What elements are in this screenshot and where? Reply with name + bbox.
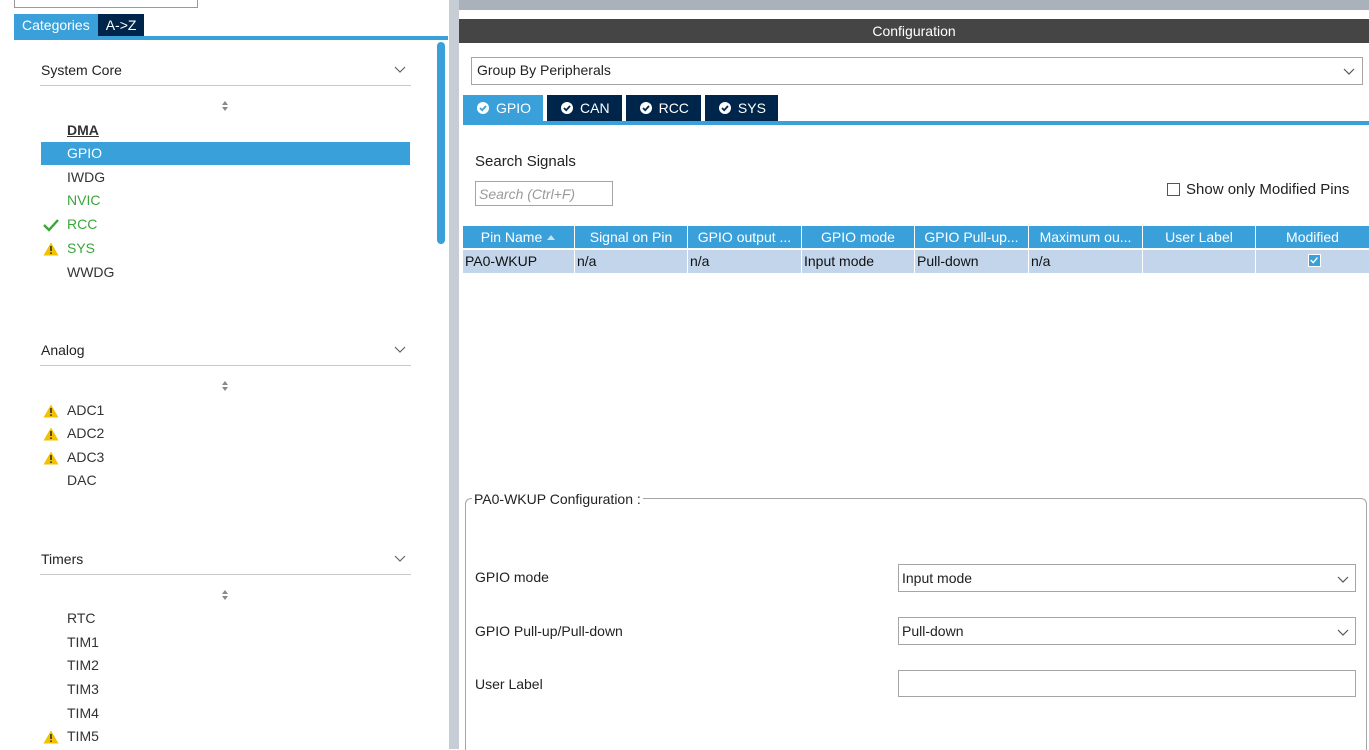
- list-item-dma[interactable]: DMA: [41, 119, 410, 142]
- check-icon: [43, 219, 59, 232]
- configuration-title: Configuration: [459, 19, 1369, 43]
- cell-pin-name: PA0-WKUP: [463, 250, 575, 273]
- gpio-mode-select[interactable]: Input mode: [898, 564, 1356, 592]
- check-circle-icon: [477, 102, 489, 114]
- group-by-value: Group By Peripherals: [477, 62, 611, 78]
- table-row[interactable]: PA0-WKUP n/a n/a Input mode Pull-down n/…: [463, 250, 1369, 273]
- list-item-sys[interactable]: SYS: [41, 237, 410, 260]
- show-modified-checkbox[interactable]: [1167, 183, 1180, 196]
- gpio-pull-value: Pull-down: [902, 623, 964, 639]
- column-header-gpio-output[interactable]: GPIO output ...: [688, 226, 802, 248]
- warning-icon: [43, 451, 59, 465]
- sort-arrows-icon[interactable]: [219, 379, 231, 393]
- column-header-user-label[interactable]: User Label: [1143, 226, 1256, 248]
- cell-gpio-output: n/a: [688, 250, 802, 273]
- chevron-down-icon: [1343, 68, 1355, 75]
- tab-gpio[interactable]: GPIO: [463, 95, 544, 121]
- list-item-dac[interactable]: DAC: [41, 469, 410, 492]
- warning-icon: [43, 404, 59, 418]
- search-signals-input[interactable]: [475, 181, 613, 206]
- scrollbar-thumb[interactable]: [437, 42, 445, 244]
- chevron-down-icon: [394, 66, 406, 73]
- column-header-pin-name[interactable]: Pin Name: [463, 226, 575, 248]
- chevron-down-icon: [394, 346, 406, 353]
- warning-icon: [43, 427, 59, 441]
- tab-sys[interactable]: SYS: [704, 95, 778, 121]
- category-title: Timers: [41, 551, 84, 567]
- list-item-adc3[interactable]: ADC3: [41, 446, 410, 469]
- check-circle-icon: [639, 102, 652, 114]
- list-item-tim3[interactable]: TIM3: [41, 678, 410, 701]
- list-item-gpio[interactable]: GPIO: [41, 142, 410, 165]
- category-header-timers[interactable]: Timers: [40, 546, 411, 575]
- tab-can[interactable]: CAN: [547, 95, 622, 121]
- list-item-tim1[interactable]: TIM1: [41, 631, 410, 654]
- cell-signal: n/a: [575, 250, 688, 273]
- gpio-pull-label: GPIO Pull-up/Pull-down: [475, 623, 623, 639]
- list-item-rcc[interactable]: RCC: [41, 213, 410, 236]
- category-title: Analog: [41, 342, 85, 358]
- tab-underline: [463, 121, 1369, 125]
- search-signals-label: Search Signals: [475, 153, 576, 170]
- list-item-tim4[interactable]: TIM4: [41, 702, 410, 725]
- check-icon: [1310, 257, 1318, 264]
- column-header-pull[interactable]: GPIO Pull-up...: [915, 226, 1029, 248]
- gpio-mode-value: Input mode: [902, 570, 973, 586]
- cell-user-label: [1143, 250, 1256, 273]
- list-item-rtc[interactable]: RTC: [41, 607, 410, 630]
- tab-rcc[interactable]: RCC: [625, 95, 701, 121]
- column-header-signal[interactable]: Signal on Pin: [575, 226, 688, 248]
- sort-arrows-icon[interactable]: [219, 99, 231, 113]
- gpio-pull-select[interactable]: Pull-down: [898, 617, 1356, 645]
- warning-icon: [43, 242, 59, 256]
- list-item-nvic[interactable]: NVIC: [41, 189, 410, 212]
- warning-icon: [43, 730, 59, 744]
- cell-pull: Pull-down: [915, 250, 1029, 273]
- chevron-down-icon: [1337, 576, 1349, 583]
- chevron-down-icon: [394, 555, 406, 562]
- list-item-adc2[interactable]: ADC2: [41, 422, 410, 445]
- group-by-select[interactable]: Group By Peripherals: [471, 57, 1363, 85]
- list-item-iwdg[interactable]: IWDG: [41, 166, 410, 189]
- list-item-tim5[interactable]: TIM5: [41, 725, 410, 748]
- cell-maximum: n/a: [1029, 250, 1143, 273]
- category-title: System Core: [41, 62, 122, 78]
- gpio-mode-label: GPIO mode: [475, 569, 549, 585]
- column-header-modified[interactable]: Modified: [1256, 226, 1369, 248]
- tab-underline: [14, 36, 448, 40]
- list-item-adc1[interactable]: ADC1: [41, 399, 410, 422]
- chevron-down-icon: [1337, 629, 1349, 636]
- category-header-system-core[interactable]: System Core: [40, 57, 411, 86]
- pin-table-header: Pin Name Signal on Pin GPIO output ... G…: [463, 226, 1369, 248]
- list-item-wwdg[interactable]: WWDG: [41, 261, 410, 284]
- panel-splitter[interactable]: [449, 0, 459, 749]
- pin-configuration-legend: PA0-WKUP Configuration :: [472, 491, 643, 507]
- peripheral-tabs: GPIO CAN RCC SYS: [463, 95, 782, 121]
- sort-arrows-icon[interactable]: [219, 588, 231, 602]
- check-circle-icon: [561, 102, 574, 114]
- column-header-maximum[interactable]: Maximum ou...: [1029, 226, 1143, 248]
- top-search-field[interactable]: [14, 0, 198, 8]
- sort-ascending-icon: [547, 235, 556, 240]
- tab-categories[interactable]: Categories: [14, 14, 98, 36]
- user-label-input[interactable]: [898, 670, 1356, 697]
- user-label-label: User Label: [475, 676, 543, 692]
- top-strip: [459, 0, 1369, 10]
- modified-checkbox[interactable]: [1308, 254, 1321, 267]
- tab-a-to-z[interactable]: A->Z: [97, 14, 145, 36]
- categories-panel: Categories A->Z System Core DMA GPIO IWD…: [0, 0, 449, 749]
- category-tabs: Categories A->Z: [14, 14, 145, 36]
- column-header-gpio-mode[interactable]: GPIO mode: [802, 226, 915, 248]
- show-modified-label: Show only Modified Pins: [1186, 181, 1350, 198]
- category-header-analog[interactable]: Analog: [40, 337, 411, 366]
- check-circle-icon: [718, 102, 731, 114]
- cell-gpio-mode: Input mode: [802, 250, 915, 273]
- list-item-tim2[interactable]: TIM2: [41, 654, 410, 677]
